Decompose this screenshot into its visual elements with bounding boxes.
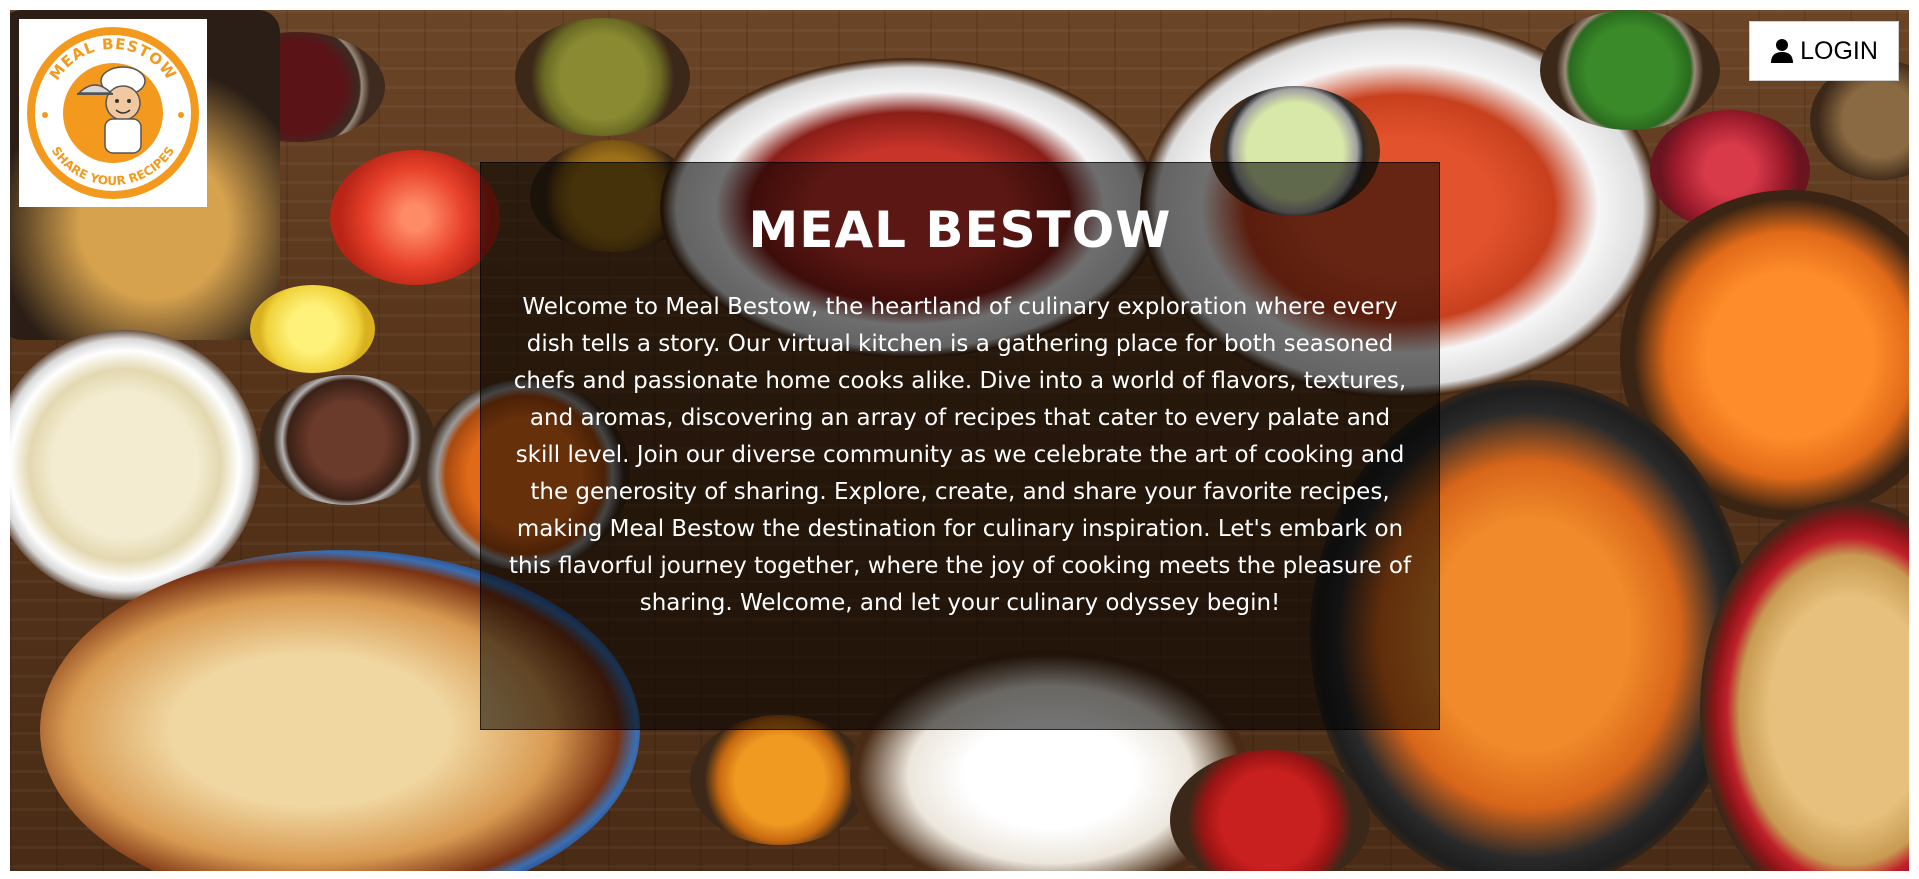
hero-background: MEAL BESTOW Welcome to Meal Bestow, the … (10, 10, 1909, 871)
star-anise-bowl-image (260, 375, 435, 505)
tomato-image (330, 150, 500, 285)
logo-badge: MEAL BESTOW SHARE YOUR RECIPES (27, 27, 199, 199)
lemon-image (250, 285, 375, 373)
herb-bowl-image (515, 18, 690, 136)
login-label: LOGIN (1800, 36, 1878, 65)
brand-logo[interactable]: MEAL BESTOW SHARE YOUR RECIPES (19, 19, 207, 207)
user-icon (1771, 39, 1794, 63)
turmeric-bowl-image (690, 715, 870, 845)
welcome-panel: MEAL BESTOW Welcome to Meal Bestow, the … (480, 162, 1440, 730)
login-button[interactable]: LOGIN (1749, 21, 1899, 81)
hero-description: Welcome to Meal Bestow, the heartland of… (508, 294, 1412, 616)
coriander-bowl-image (1540, 10, 1720, 130)
hero-title: MEAL BESTOW (748, 201, 1172, 259)
